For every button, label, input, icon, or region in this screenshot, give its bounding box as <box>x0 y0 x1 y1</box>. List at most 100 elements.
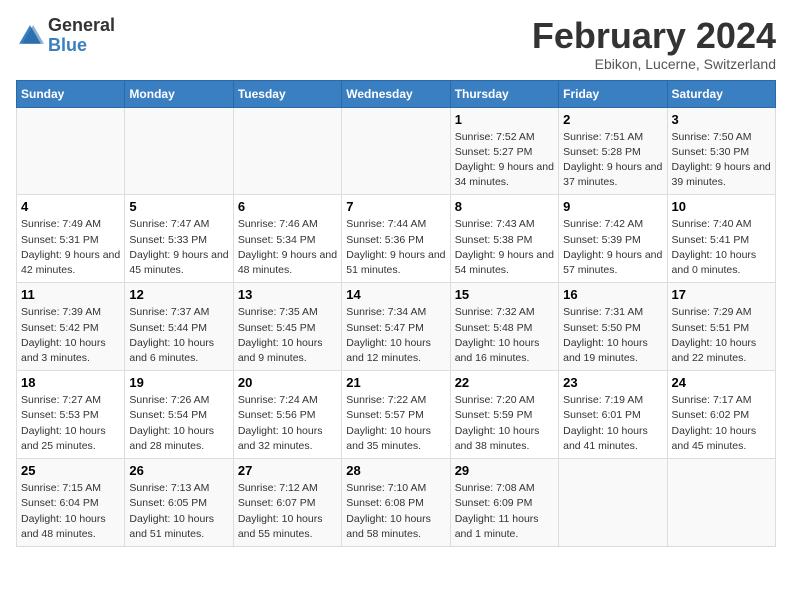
day-number: 23 <box>563 375 662 390</box>
calendar-cell: 15 Sunrise: 7:32 AM Sunset: 5:48 PM Dayli… <box>450 283 558 371</box>
logo-general-text: General <box>48 16 115 36</box>
col-wednesday: Wednesday <box>342 80 450 107</box>
col-monday: Monday <box>125 80 233 107</box>
calendar-week-4: 18 Sunrise: 7:27 AM Sunset: 5:53 PM Dayli… <box>17 371 776 459</box>
day-number: 18 <box>21 375 120 390</box>
day-info: Sunrise: 7:31 AM Sunset: 5:50 PM Dayligh… <box>563 305 662 366</box>
day-number: 26 <box>129 463 228 478</box>
day-number: 13 <box>238 287 337 302</box>
col-tuesday: Tuesday <box>233 80 341 107</box>
day-info: Sunrise: 7:17 AM Sunset: 6:02 PM Dayligh… <box>672 393 771 454</box>
calendar-cell: 27 Sunrise: 7:12 AM Sunset: 6:07 PM Dayli… <box>233 459 341 547</box>
day-number: 20 <box>238 375 337 390</box>
calendar-cell: 20 Sunrise: 7:24 AM Sunset: 5:56 PM Dayli… <box>233 371 341 459</box>
calendar-cell: 14 Sunrise: 7:34 AM Sunset: 5:47 PM Dayli… <box>342 283 450 371</box>
calendar-cell: 7 Sunrise: 7:44 AM Sunset: 5:36 PM Daylig… <box>342 195 450 283</box>
page-header: General Blue February 2024 Ebikon, Lucer… <box>16 16 776 72</box>
day-info: Sunrise: 7:20 AM Sunset: 5:59 PM Dayligh… <box>455 393 554 454</box>
day-number: 1 <box>455 112 554 127</box>
calendar-cell: 26 Sunrise: 7:13 AM Sunset: 6:05 PM Dayli… <box>125 459 233 547</box>
day-info: Sunrise: 7:46 AM Sunset: 5:34 PM Dayligh… <box>238 217 337 278</box>
day-info: Sunrise: 7:47 AM Sunset: 5:33 PM Dayligh… <box>129 217 228 278</box>
calendar-cell: 10 Sunrise: 7:40 AM Sunset: 5:41 PM Dayli… <box>667 195 775 283</box>
day-number: 25 <box>21 463 120 478</box>
calendar-cell: 21 Sunrise: 7:22 AM Sunset: 5:57 PM Dayli… <box>342 371 450 459</box>
day-number: 14 <box>346 287 445 302</box>
day-number: 24 <box>672 375 771 390</box>
calendar-cell: 4 Sunrise: 7:49 AM Sunset: 5:31 PM Daylig… <box>17 195 125 283</box>
day-info: Sunrise: 7:44 AM Sunset: 5:36 PM Dayligh… <box>346 217 445 278</box>
calendar-cell: 16Sunrise: 7:31 AM Sunset: 5:50 PM Dayli… <box>559 283 667 371</box>
day-info: Sunrise: 7:26 AM Sunset: 5:54 PM Dayligh… <box>129 393 228 454</box>
main-title: February 2024 <box>532 16 776 56</box>
day-info: Sunrise: 7:22 AM Sunset: 5:57 PM Dayligh… <box>346 393 445 454</box>
day-number: 12 <box>129 287 228 302</box>
day-number: 2 <box>563 112 662 127</box>
day-info: Sunrise: 7:12 AM Sunset: 6:07 PM Dayligh… <box>238 481 337 542</box>
day-info: Sunrise: 7:32 AM Sunset: 5:48 PM Dayligh… <box>455 305 554 366</box>
day-number: 9 <box>563 199 662 214</box>
calendar-cell: 29Sunrise: 7:08 AM Sunset: 6:09 PM Dayli… <box>450 459 558 547</box>
calendar-week-2: 4 Sunrise: 7:49 AM Sunset: 5:31 PM Daylig… <box>17 195 776 283</box>
day-info: Sunrise: 7:49 AM Sunset: 5:31 PM Dayligh… <box>21 217 120 278</box>
calendar-cell: 3Sunrise: 7:50 AM Sunset: 5:30 PM Daylig… <box>667 107 775 195</box>
day-info: Sunrise: 7:24 AM Sunset: 5:56 PM Dayligh… <box>238 393 337 454</box>
day-number: 8 <box>455 199 554 214</box>
logo: General Blue <box>16 16 115 56</box>
calendar-cell: 28Sunrise: 7:10 AM Sunset: 6:08 PM Dayli… <box>342 459 450 547</box>
day-info: Sunrise: 7:37 AM Sunset: 5:44 PM Dayligh… <box>129 305 228 366</box>
day-info: Sunrise: 7:35 AM Sunset: 5:45 PM Dayligh… <box>238 305 337 366</box>
day-number: 11 <box>21 287 120 302</box>
calendar-cell: 6 Sunrise: 7:46 AM Sunset: 5:34 PM Daylig… <box>233 195 341 283</box>
day-number: 6 <box>238 199 337 214</box>
calendar-cell: 2 Sunrise: 7:51 AM Sunset: 5:28 PM Daylig… <box>559 107 667 195</box>
day-number: 15 <box>455 287 554 302</box>
day-number: 19 <box>129 375 228 390</box>
day-number: 28 <box>346 463 445 478</box>
col-saturday: Saturday <box>667 80 775 107</box>
day-info: Sunrise: 7:43 AM Sunset: 5:38 PM Dayligh… <box>455 217 554 278</box>
calendar-cell <box>667 459 775 547</box>
day-info: Sunrise: 7:51 AM Sunset: 5:28 PM Dayligh… <box>563 130 662 191</box>
subtitle: Ebikon, Lucerne, Switzerland <box>532 56 776 72</box>
calendar-week-1: 1 Sunrise: 7:52 AM Sunset: 5:27 PM Daylig… <box>17 107 776 195</box>
calendar-cell: 22 Sunrise: 7:20 AM Sunset: 5:59 PM Dayli… <box>450 371 558 459</box>
day-number: 17 <box>672 287 771 302</box>
day-info: Sunrise: 7:34 AM Sunset: 5:47 PM Dayligh… <box>346 305 445 366</box>
col-friday: Friday <box>559 80 667 107</box>
day-info: Sunrise: 7:13 AM Sunset: 6:05 PM Dayligh… <box>129 481 228 542</box>
logo-icon <box>16 22 44 50</box>
title-block: February 2024 Ebikon, Lucerne, Switzerla… <box>532 16 776 72</box>
logo-text: General Blue <box>48 16 115 56</box>
calendar-cell <box>17 107 125 195</box>
calendar-cell: 25Sunrise: 7:15 AM Sunset: 6:04 PM Dayli… <box>17 459 125 547</box>
day-number: 10 <box>672 199 771 214</box>
day-info: Sunrise: 7:29 AM Sunset: 5:51 PM Dayligh… <box>672 305 771 366</box>
day-info: Sunrise: 7:40 AM Sunset: 5:41 PM Dayligh… <box>672 217 771 278</box>
day-number: 22 <box>455 375 554 390</box>
day-info: Sunrise: 7:52 AM Sunset: 5:27 PM Dayligh… <box>455 130 554 191</box>
col-thursday: Thursday <box>450 80 558 107</box>
day-number: 4 <box>21 199 120 214</box>
calendar-table: Sunday Monday Tuesday Wednesday Thursday… <box>16 80 776 547</box>
calendar-body: 1 Sunrise: 7:52 AM Sunset: 5:27 PM Daylig… <box>17 107 776 546</box>
calendar-cell: 11 Sunrise: 7:39 AM Sunset: 5:42 PM Dayli… <box>17 283 125 371</box>
calendar-cell: 8 Sunrise: 7:43 AM Sunset: 5:38 PM Daylig… <box>450 195 558 283</box>
day-number: 7 <box>346 199 445 214</box>
day-info: Sunrise: 7:19 AM Sunset: 6:01 PM Dayligh… <box>563 393 662 454</box>
day-info: Sunrise: 7:42 AM Sunset: 5:39 PM Dayligh… <box>563 217 662 278</box>
day-info: Sunrise: 7:39 AM Sunset: 5:42 PM Dayligh… <box>21 305 120 366</box>
day-number: 27 <box>238 463 337 478</box>
calendar-cell: 23 Sunrise: 7:19 AM Sunset: 6:01 PM Dayli… <box>559 371 667 459</box>
calendar-cell: 5Sunrise: 7:47 AM Sunset: 5:33 PM Daylig… <box>125 195 233 283</box>
col-sunday: Sunday <box>17 80 125 107</box>
calendar-cell: 13 Sunrise: 7:35 AM Sunset: 5:45 PM Dayli… <box>233 283 341 371</box>
calendar-cell: 18 Sunrise: 7:27 AM Sunset: 5:53 PM Dayli… <box>17 371 125 459</box>
day-info: Sunrise: 7:27 AM Sunset: 5:53 PM Dayligh… <box>21 393 120 454</box>
day-number: 21 <box>346 375 445 390</box>
calendar-cell <box>559 459 667 547</box>
calendar-cell <box>125 107 233 195</box>
calendar-cell: 9 Sunrise: 7:42 AM Sunset: 5:39 PM Daylig… <box>559 195 667 283</box>
logo-blue-text: Blue <box>48 36 115 56</box>
calendar-header: Sunday Monday Tuesday Wednesday Thursday… <box>17 80 776 107</box>
